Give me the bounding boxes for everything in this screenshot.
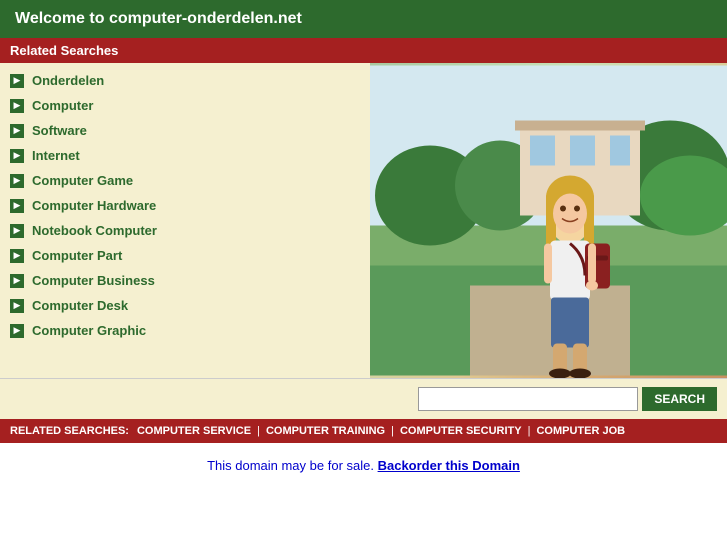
bottom-related-bar: RELATED SEARCHES: COMPUTER SERVICE | COMPU…	[0, 419, 727, 443]
search-area: SEARCH	[0, 378, 727, 419]
link-item[interactable]: ▶ Computer Graphic	[0, 318, 370, 343]
arrow-icon: ▶	[10, 174, 24, 188]
link-item[interactable]: ▶ Notebook Computer	[0, 218, 370, 243]
footer-static-text: This domain may be for sale.	[207, 458, 374, 473]
page-header: Welcome to computer-onderdelen.net	[0, 0, 727, 38]
link-text: Internet	[32, 148, 80, 163]
arrow-icon: ▶	[10, 149, 24, 163]
right-panel	[370, 63, 727, 378]
link-text: Computer Game	[32, 173, 133, 188]
footer-backorder-link[interactable]: Backorder this Domain	[378, 458, 520, 473]
arrow-icon: ▶	[10, 224, 24, 238]
woman-image	[370, 63, 727, 378]
link-text: Computer Graphic	[32, 323, 146, 338]
bottom-related-link[interactable]: COMPUTER SECURITY	[400, 425, 522, 437]
link-item[interactable]: ▶ Computer Hardware	[0, 193, 370, 218]
arrow-icon: ▶	[10, 324, 24, 338]
arrow-icon: ▶	[10, 99, 24, 113]
arrow-icon: ▶	[10, 249, 24, 263]
link-text: Computer Business	[32, 273, 155, 288]
header-title: Welcome to computer-onderdelen.net	[15, 10, 302, 27]
link-item[interactable]: ▶ Internet	[0, 143, 370, 168]
link-item[interactable]: ▶ Computer	[0, 93, 370, 118]
link-item[interactable]: ▶ Computer Part	[0, 243, 370, 268]
link-text: Software	[32, 123, 87, 138]
content-area: ▶ Onderdelen ▶ Computer ▶ Software ▶ Internet ▶ C…	[0, 63, 727, 378]
link-text: Computer Part	[32, 248, 122, 263]
arrow-icon: ▶	[10, 74, 24, 88]
separator: |	[391, 425, 394, 437]
separator: |	[528, 425, 531, 437]
arrow-icon: ▶	[10, 299, 24, 313]
search-input[interactable]	[418, 387, 638, 411]
separator: |	[257, 425, 260, 437]
main-container: Related Searches ▶ Onderdelen ▶ Computer ▶ So…	[0, 38, 727, 443]
search-button[interactable]: SEARCH	[642, 387, 717, 411]
link-text: Notebook Computer	[32, 223, 157, 238]
link-item[interactable]: ▶ Computer Business	[0, 268, 370, 293]
arrow-icon: ▶	[10, 199, 24, 213]
bottom-related-link[interactable]: COMPUTER TRAINING	[266, 425, 385, 437]
bottom-related-label: RELATED SEARCHES:	[10, 425, 129, 437]
left-panel: ▶ Onderdelen ▶ Computer ▶ Software ▶ Internet ▶ C…	[0, 63, 370, 378]
link-item[interactable]: ▶ Onderdelen	[0, 68, 370, 93]
bottom-related-link[interactable]: COMPUTER JOB	[536, 425, 625, 437]
photo-area	[370, 63, 727, 378]
related-searches-bar: Related Searches	[0, 38, 727, 63]
arrow-icon: ▶	[10, 124, 24, 138]
link-text: Onderdelen	[32, 73, 104, 88]
bottom-related-link[interactable]: COMPUTER SERVICE	[137, 425, 251, 437]
link-text: Computer Hardware	[32, 198, 156, 213]
link-item[interactable]: ▶ Computer Desk	[0, 293, 370, 318]
related-searches-label: Related Searches	[10, 43, 118, 58]
link-item[interactable]: ▶ Software	[0, 118, 370, 143]
arrow-icon: ▶	[10, 274, 24, 288]
link-text: Computer Desk	[32, 298, 128, 313]
link-text: Computer	[32, 98, 93, 113]
link-item[interactable]: ▶ Computer Game	[0, 168, 370, 193]
footer: This domain may be for sale. Backorder t…	[0, 443, 727, 488]
